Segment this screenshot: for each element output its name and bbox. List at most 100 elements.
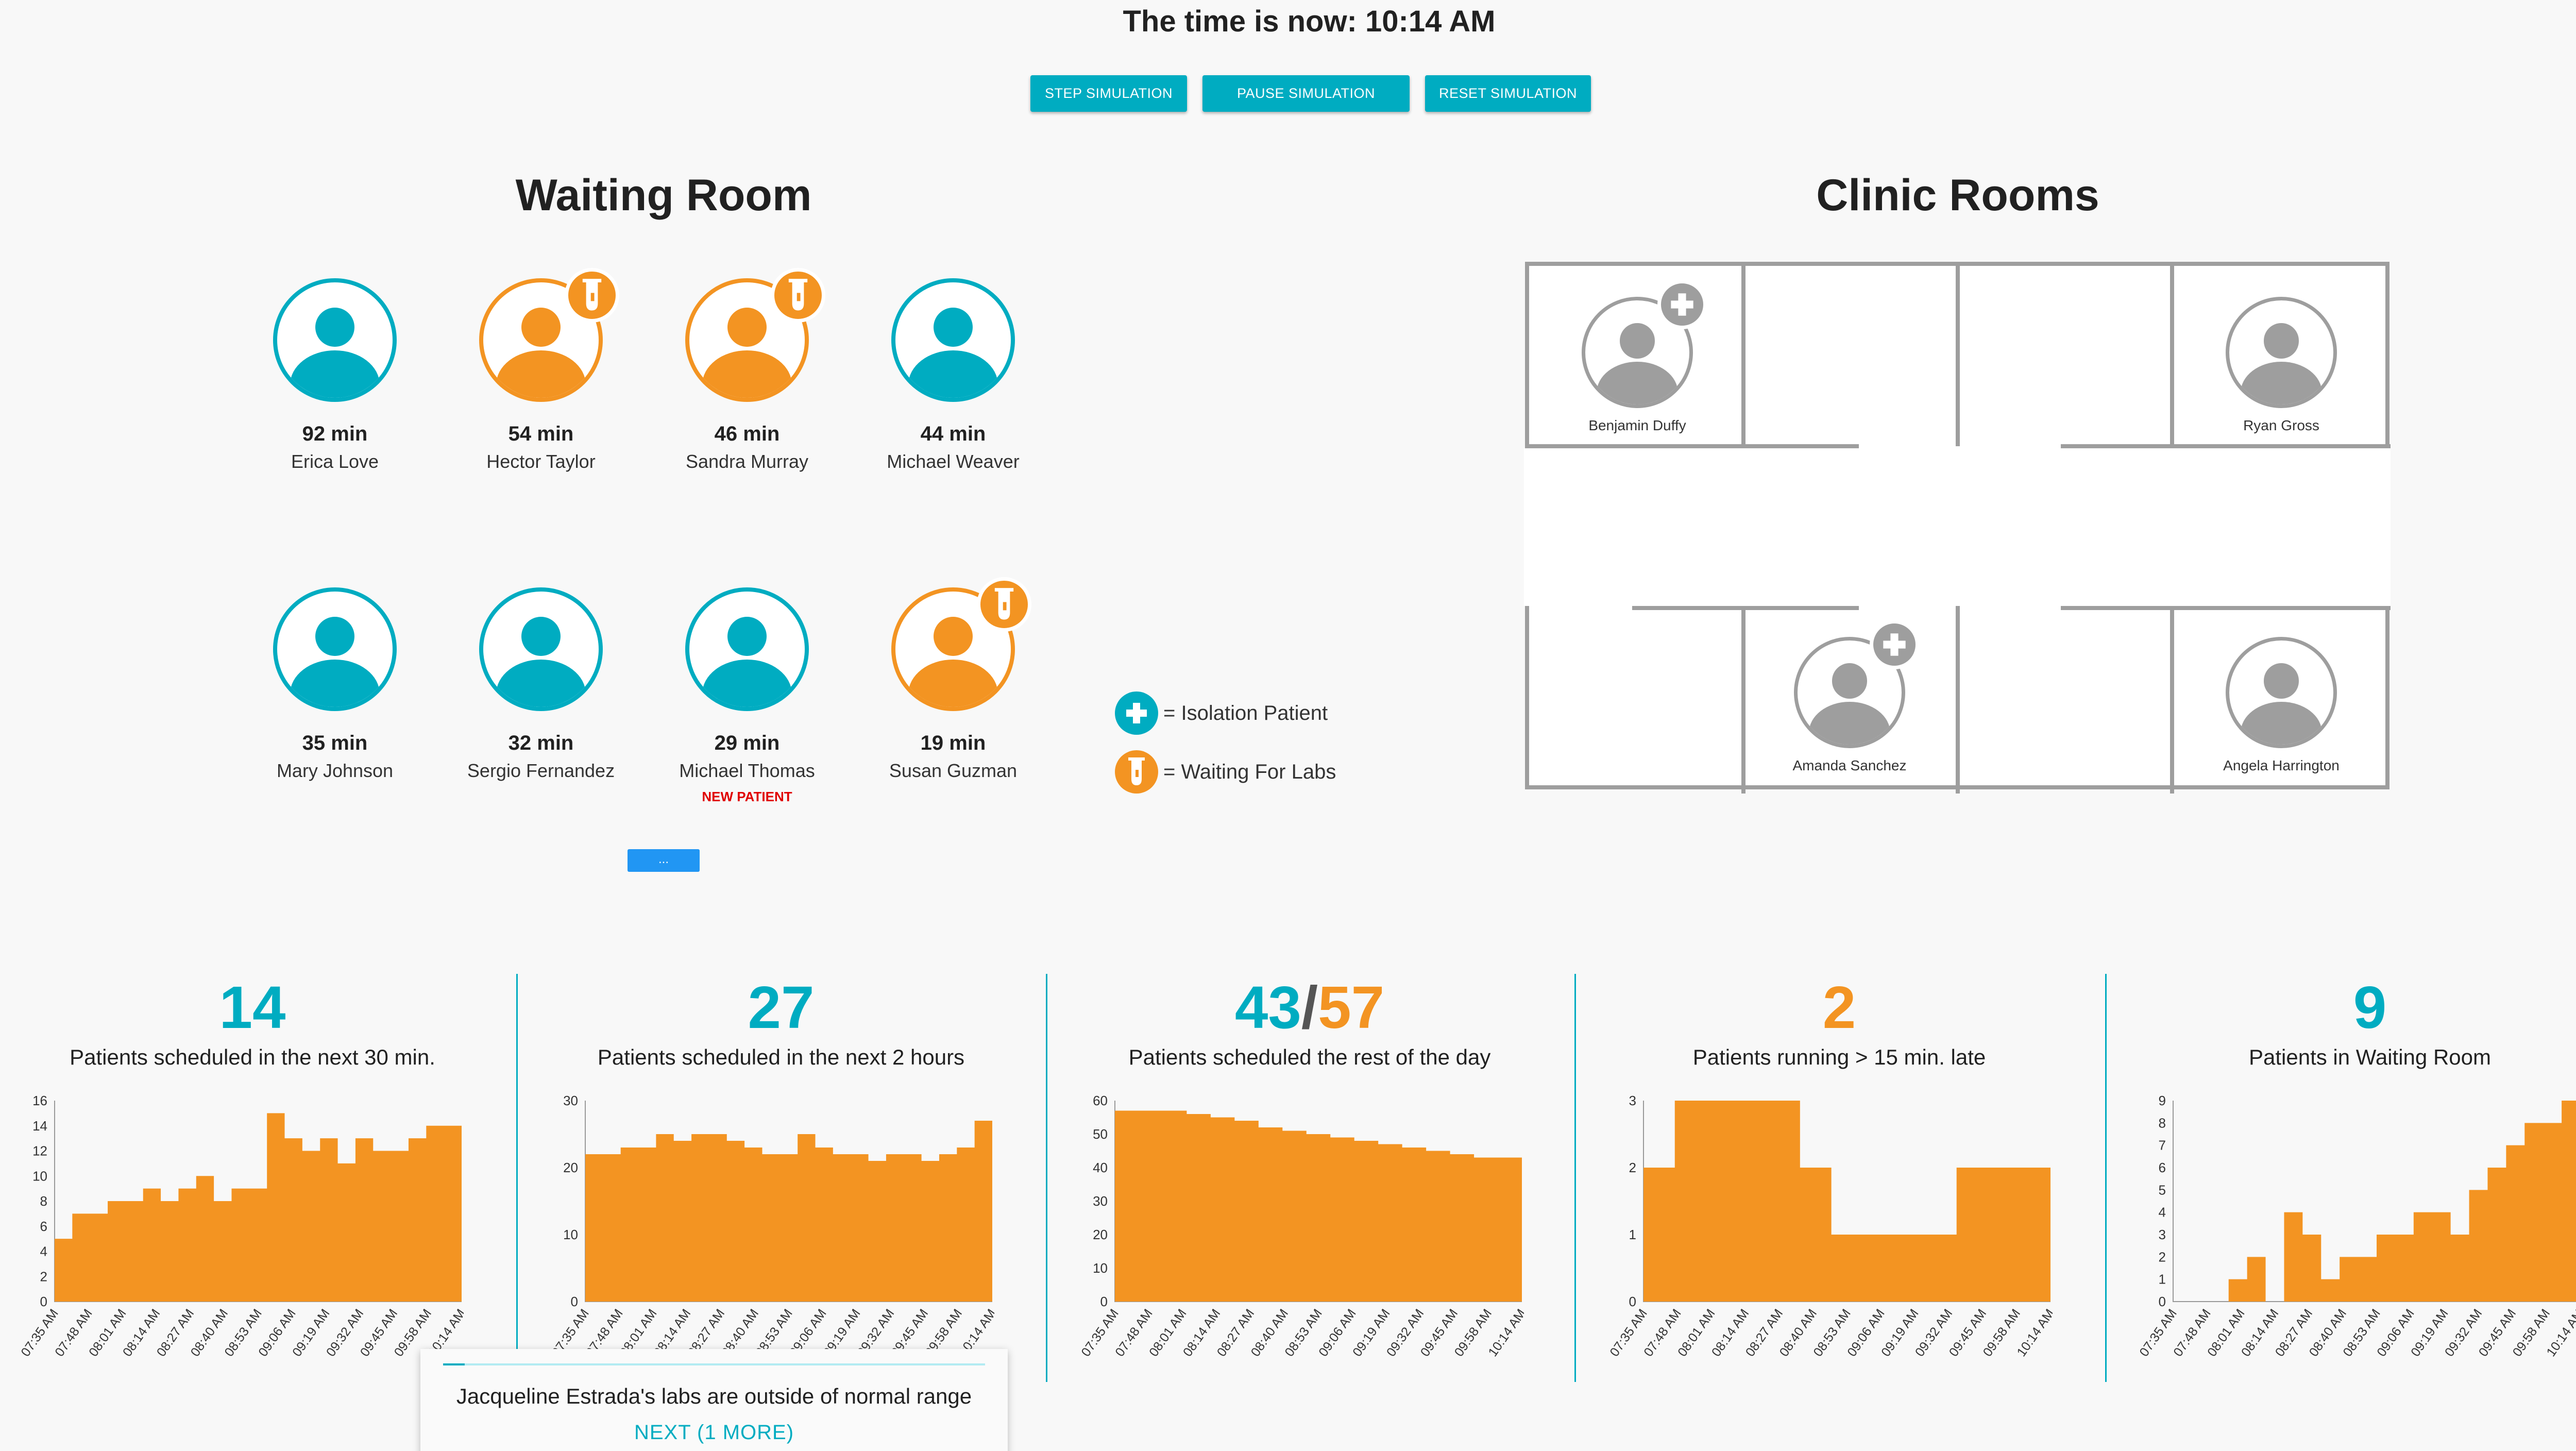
stat-label: Patients scheduled in the next 2 hours [597, 1045, 965, 1069]
avatar-head [1619, 323, 1655, 359]
y-tick-label: 6 [2159, 1160, 2166, 1175]
avatar-head [2263, 323, 2299, 359]
patient-wait-time: 19 min [920, 732, 986, 754]
avatar-head [521, 308, 561, 347]
patient-name: Susan Guzman [889, 760, 1018, 781]
wall [2061, 606, 2391, 610]
stat-value: 43/57 [1062, 973, 1557, 1042]
y-tick-label: 4 [40, 1244, 47, 1259]
y-tick-label: 20 [1093, 1227, 1108, 1242]
patient-avatar [273, 587, 397, 711]
clinic-room-patient[interactable]: Angela Harrington [2173, 637, 2389, 774]
avatar-head [727, 617, 767, 656]
y-tick-label: 14 [32, 1118, 47, 1134]
room-patient-name: Angela Harrington [2223, 757, 2340, 773]
patient-avatar [1794, 620, 1919, 748]
patient-card[interactable]: 35 min Mary Johnson [232, 587, 438, 782]
y-tick-label: 9 [2159, 1093, 2166, 1108]
y-tick-label: 0 [40, 1294, 47, 1309]
stat-value-remaining: 43 [1234, 974, 1301, 1041]
series-area [55, 1113, 462, 1302]
clinic-room-patient[interactable]: Benjamin Duffy [1529, 280, 1745, 434]
y-tick-label: 10 [1093, 1260, 1108, 1276]
more-patients-button[interactable]: ... [628, 849, 700, 872]
room-patient-name: Ryan Gross [2243, 417, 2319, 433]
avatar-person-icon [2229, 640, 2333, 745]
patient-card[interactable]: 54 min Hector Taylor [438, 268, 644, 473]
stat-label: Patients running > 15 min. late [1692, 1045, 1986, 1069]
patient-avatar [479, 587, 603, 711]
patient-name: Sandra Murray [685, 451, 809, 472]
wall [1529, 444, 1859, 448]
avatar-body [702, 660, 792, 707]
legend-labs-label: = Waiting For Labs [1163, 760, 1336, 783]
stat-card: 2 Patients running > 15 min. late [1592, 973, 2087, 1070]
avatar-head [727, 308, 767, 347]
stat-value: 9 [2353, 974, 2387, 1041]
avatar-head [315, 308, 355, 347]
patient-wait-time: 54 min [508, 423, 574, 445]
patient-card[interactable]: 29 min Michael Thomas NEW PATIENT [644, 587, 850, 805]
stat-card: 9 Patients in Waiting Room [2123, 973, 2576, 1070]
clinic-rooms-title: Clinic Rooms [1816, 171, 2099, 220]
patient-name: Mary Johnson [276, 760, 394, 781]
avatar-person-icon [895, 282, 1011, 398]
new-patient-tag: NEW PATIENT [702, 789, 792, 804]
patient-card[interactable]: 32 min Sergio Fernandez [438, 587, 644, 782]
y-tick-label: 8 [40, 1193, 47, 1209]
patient-avatar [1582, 280, 1707, 408]
avatar-head [933, 617, 973, 656]
test-tube-icon [977, 577, 1031, 632]
y-tick-label: 2 [40, 1269, 47, 1284]
clinic-room-patient[interactable]: Amanda Sanchez [1741, 620, 1958, 774]
step-simulation-button[interactable]: STEP SIMULATION [1030, 75, 1187, 112]
patient-card[interactable]: 44 min Michael Weaver [850, 278, 1056, 473]
patient-name: Michael Weaver [887, 451, 1020, 472]
patient-card[interactable]: 19 min Susan Guzman [850, 577, 1056, 782]
chart-4: 012307:35 AM07:48 AM08:01 AM08:14 AM08:2… [1607, 1093, 2053, 1359]
room-patient-name: Amanda Sanchez [1792, 757, 1907, 773]
y-tick-label: 0 [1629, 1294, 1636, 1309]
pause-simulation-button[interactable]: PAUSE SIMULATION [1202, 75, 1410, 112]
patient-wait-time: 92 min [302, 423, 368, 445]
wall [2061, 444, 2391, 448]
toast-next-button[interactable]: NEXT (1 MORE) [420, 1421, 1008, 1444]
avatar-head [315, 617, 355, 656]
patient-wait-time: 35 min [302, 732, 368, 754]
avatar-body [1809, 702, 1890, 745]
patient-avatar [2226, 637, 2337, 748]
stat-value: 2 [1822, 974, 1856, 1041]
wall [1632, 606, 1859, 610]
patient-wait-time: 29 min [714, 732, 780, 754]
patient-name: Sergio Fernandez [467, 760, 615, 781]
toast-progress-fill [443, 1363, 465, 1365]
patient-card[interactable]: 46 min Sandra Murray [644, 268, 850, 473]
avatar-body [2241, 362, 2322, 404]
clinic-room-patient[interactable]: Ryan Gross [2173, 297, 2389, 434]
stat-label: Patients scheduled in the next 30 min. [70, 1045, 435, 1069]
y-tick-label: 16 [32, 1093, 47, 1108]
reset-simulation-button[interactable]: RESET SIMULATION [1425, 75, 1591, 112]
avatar-person-icon [2229, 300, 2333, 404]
current-time: The time is now: 10:14 AM [1123, 5, 1496, 38]
series-area [1643, 1101, 2050, 1302]
stat-divider [1046, 974, 1047, 1382]
avatar-body [908, 350, 998, 398]
test-tube-icon [565, 268, 619, 323]
patient-card[interactable]: 92 min Erica Love [232, 278, 438, 473]
y-tick-label: 12 [32, 1143, 47, 1159]
avatar-body [1597, 362, 1678, 404]
y-tick-label: 10 [32, 1168, 47, 1184]
isolation-icon [1115, 691, 1158, 735]
series-area [585, 1121, 992, 1302]
stat-divider [1574, 974, 1576, 1382]
stat-value-separator: / [1301, 974, 1318, 1041]
avatar-person-icon [483, 592, 599, 707]
avatar-body [496, 660, 586, 707]
y-tick-label: 4 [2159, 1205, 2166, 1220]
y-tick-label: 20 [563, 1160, 578, 1175]
avatar-body [290, 660, 380, 707]
stat-value: 14 [219, 974, 286, 1041]
clinic-entrance-left [1524, 448, 1530, 606]
avatar-head [2263, 663, 2299, 699]
